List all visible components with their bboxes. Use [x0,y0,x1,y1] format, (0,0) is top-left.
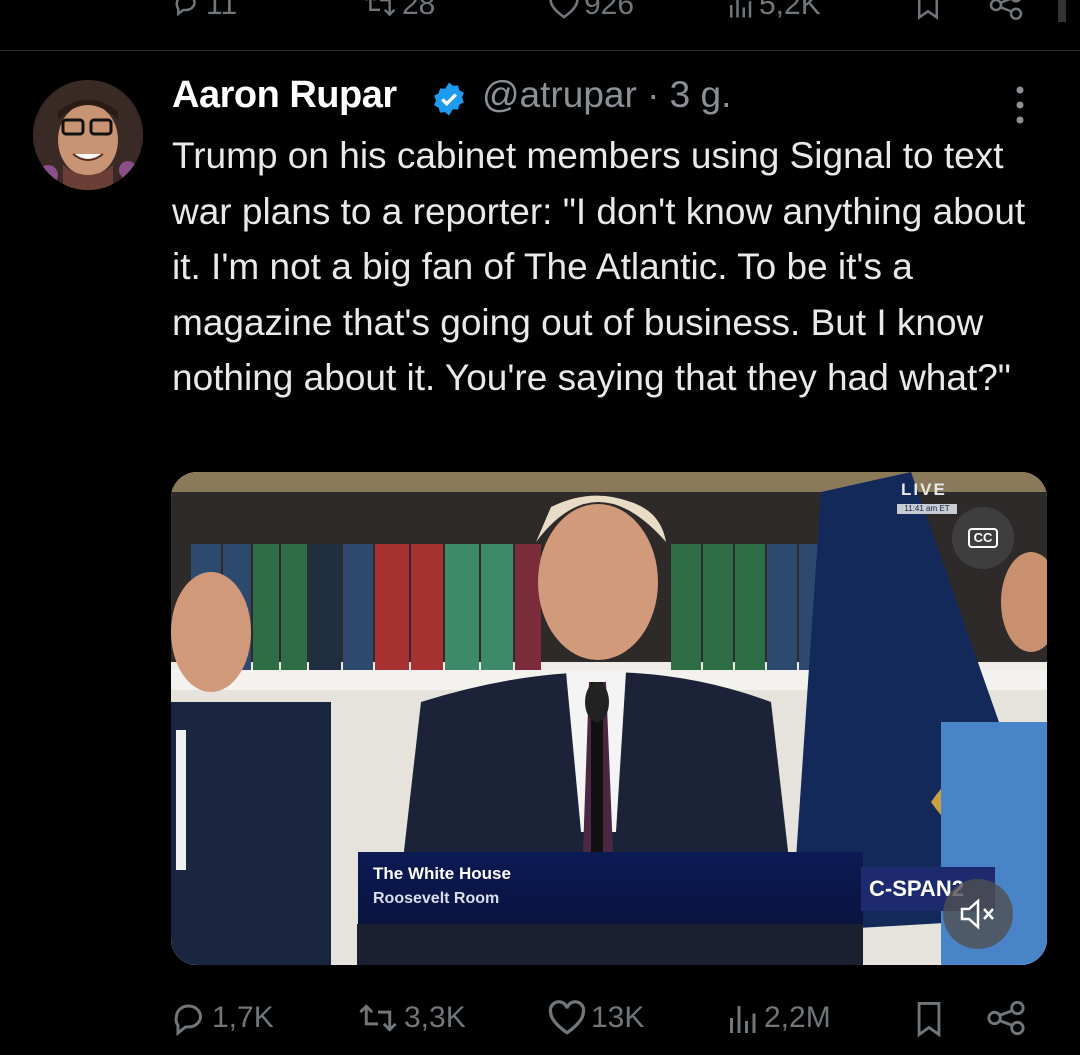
bookmark-icon [918,0,938,20]
prev-like-button[interactable]: 926 [548,0,634,20]
share-icon [989,0,1023,20]
prev-share-button[interactable] [988,0,1024,20]
live-time: 11:41 am ET [897,504,957,514]
repost-arrows-icon [359,1004,397,1032]
prev-views-button[interactable]: 5,2K [725,0,821,20]
author-name[interactable]: Aaron Rupar [172,74,397,117]
cc-icon: CC [967,528,999,548]
reply-button[interactable]: 1,7K [172,1000,274,1036]
bar-chart-icon [730,1006,756,1033]
views-count: 2,2M [764,1001,831,1034]
tweet-action-bar: 1,7K 3,3K 13K 2,2M [0,990,1080,1050]
speech-bubble-icon [174,1004,203,1036]
avatar-image [33,80,143,190]
prev-repost-count: 28 [402,0,436,21]
speaker-muted-icon [960,898,994,930]
speech-bubble-icon [175,0,196,17]
repost-button[interactable]: 3,3K [356,1000,466,1036]
like-button[interactable]: 13K [547,1000,644,1036]
like-count: 13K [591,1001,645,1034]
tweet-divider [0,50,1080,51]
bookmark-icon [917,1002,941,1038]
tweet-text: Trump on his cabinet members using Signa… [172,135,1026,398]
repost-count: 3,3K [404,1001,466,1034]
prev-repost-button[interactable]: 28 [362,0,435,20]
prev-reply-button[interactable]: 11 [172,0,237,20]
verified-badge-icon [434,82,464,116]
prev-like-count: 926 [584,0,635,21]
prev-views-count: 5,2K [759,0,821,21]
mute-button[interactable] [943,879,1013,949]
bar-chart-icon [730,0,752,18]
heart-icon [549,0,579,19]
share-icon [987,1000,1025,1036]
share-button[interactable] [986,1000,1026,1036]
prev-reply-count: 11 [206,0,238,21]
repost-arrows-icon [365,0,396,17]
heart-icon [548,1000,586,1035]
previous-tweet-action-bar: 11 28 926 5,2K [0,0,1080,22]
live-badge: LIVE [901,480,947,499]
lower-third-caption: The White House Roosevelt Room [358,852,863,924]
scrollbar-thumb[interactable] [1058,0,1066,22]
lower-third-line1: The White House [373,864,511,883]
author-handle-and-time[interactable]: @atrupar · 3 g. [482,74,731,116]
prev-bookmark-button[interactable] [913,0,943,20]
avatar[interactable] [33,80,143,190]
views-button[interactable]: 2,2M [724,1000,831,1036]
closed-captions-button[interactable]: CC [952,507,1014,569]
bookmark-button[interactable] [912,1000,946,1038]
lower-third-line2: Roosevelt Room [373,890,500,907]
video-player[interactable]: LIVE 11:41 am ET CC The White House Roos… [171,472,1047,965]
vertical-ellipsis-icon[interactable] [1013,85,1027,125]
reply-count: 1,7K [212,1001,274,1034]
